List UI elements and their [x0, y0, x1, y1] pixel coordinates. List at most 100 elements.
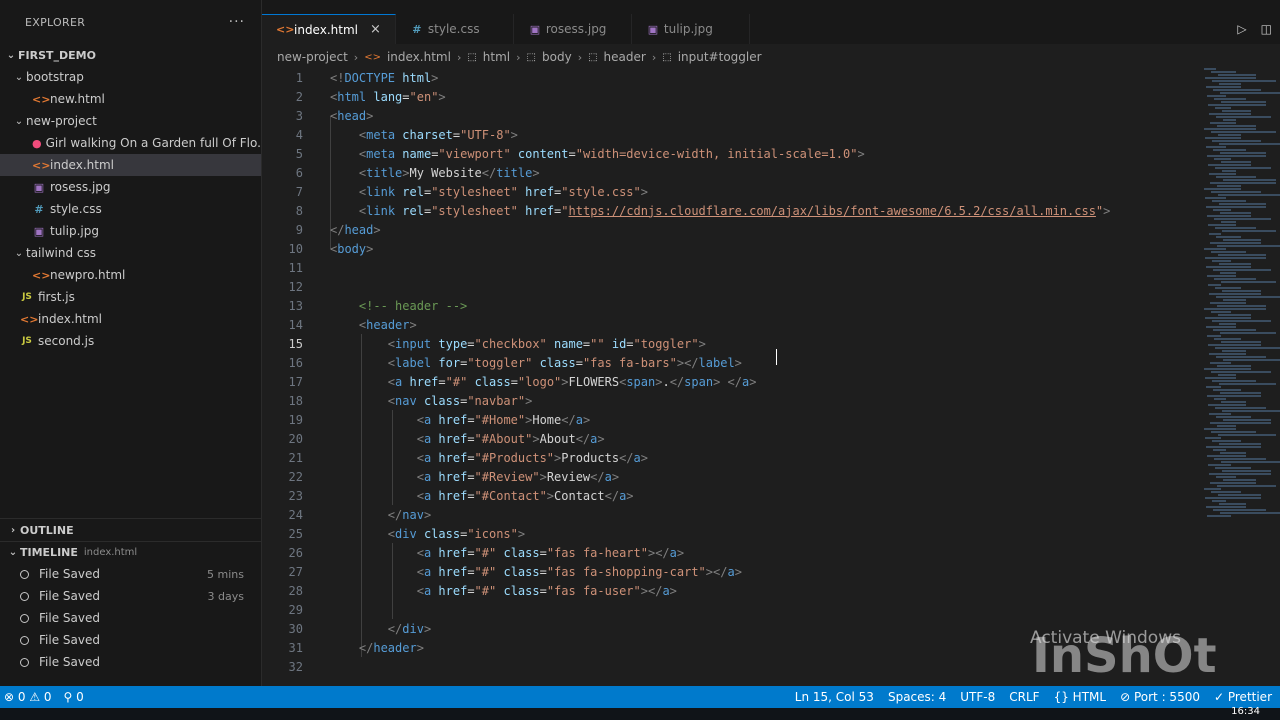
code-text: </nav>	[387, 507, 432, 522]
symbol-icon: ⬚	[588, 51, 598, 63]
workspace-root[interactable]: ⌄ FIRST_DEMO	[0, 44, 261, 66]
file-item[interactable]: <> newpro.html	[0, 264, 261, 286]
minimap-line	[1221, 341, 1261, 343]
timeline-section[interactable]: ⌄ TIMELINE index.html	[0, 541, 262, 563]
timeline-item[interactable]: File Saved	[0, 629, 262, 651]
timeline-item[interactable]: File Saved 3 days	[0, 585, 262, 607]
problems-indicator[interactable]: ⊗ 0 ⚠ 0	[4, 690, 52, 704]
breadcrumb-item[interactable]: input#toggler	[678, 50, 762, 64]
code-line[interactable]: 6 <title>My Website</title>	[262, 163, 1192, 182]
file-item[interactable]: <> new.html	[0, 88, 261, 110]
code-line[interactable]: 26 <a href="#" class="fas fa-heart"></a>	[262, 543, 1192, 562]
code-line[interactable]: 16 <label for="toggler" class="fas fa-ba…	[262, 353, 1192, 372]
close-icon[interactable]: ×	[370, 22, 381, 37]
timeline-item[interactable]: File Saved	[0, 607, 262, 629]
code-line[interactable]: 19 <a href="#Home">Home</a>	[262, 410, 1192, 429]
minimap-line	[1215, 227, 1256, 229]
minimap-line	[1220, 392, 1261, 394]
breadcrumb-item[interactable]: index.html	[387, 50, 451, 64]
ports-indicator[interactable]: ⚲ 0	[64, 690, 84, 704]
folder-item[interactable]: ⌄ bootstrap	[0, 66, 261, 88]
code-line[interactable]: 28 <a href="#" class="fas fa-user"></a>	[262, 581, 1192, 600]
file-item[interactable]: ▣ tulip.jpg	[0, 220, 261, 242]
minimap-line	[1214, 398, 1226, 400]
code-line[interactable]: 21 <a href="#Products">Products</a>	[262, 448, 1192, 467]
chevron-right-icon: ›	[651, 50, 657, 64]
code-line[interactable]: 18 <nav class="navbar">	[262, 391, 1192, 410]
code-line[interactable]: 11	[262, 258, 1192, 277]
code-line[interactable]: 24 </nav>	[262, 505, 1192, 524]
minimap-line	[1218, 314, 1251, 316]
minimap-line	[1217, 425, 1236, 427]
file-item[interactable]: ● Girl walking On a Garden full Of Flo...	[0, 132, 261, 154]
file-item[interactable]: # style.css	[0, 198, 261, 220]
timeline-item[interactable]: File Saved 5 mins	[0, 563, 262, 585]
file-item[interactable]: <> index.html	[0, 308, 261, 330]
indentation[interactable]: Spaces: 4	[888, 690, 946, 704]
tab-index-html[interactable]: <> index.html ×	[262, 14, 396, 44]
code-line[interactable]: 5 <meta name="viewport" content="width=d…	[262, 144, 1192, 163]
code-line[interactable]: 17 <a href="#" class="logo">FLOWERS<span…	[262, 372, 1192, 391]
live-server[interactable]: ⊘ Port : 5500	[1120, 690, 1200, 704]
minimap-line	[1211, 491, 1241, 493]
code-line[interactable]: 4 <meta charset="UTF-8">	[262, 125, 1192, 144]
tab-tulip-jpg[interactable]: ▣ tulip.jpg	[632, 14, 750, 44]
prettier[interactable]: ✓ Prettier	[1214, 690, 1272, 704]
minimap-line	[1221, 461, 1280, 463]
code-text: <link rel="stylesheet" href="https://cdn…	[358, 203, 1111, 218]
breadcrumb-item[interactable]: body	[542, 50, 572, 64]
more-actions-icon[interactable]: ···	[229, 14, 245, 30]
code-line[interactable]: 13 <!-- header -->	[262, 296, 1192, 315]
run-icon[interactable]: ▷	[1237, 22, 1246, 36]
timeline-item[interactable]: File Saved	[0, 651, 262, 673]
breadcrumb: new-project › <> index.html › ⬚ html › ⬚ body › ⬚ he…	[277, 48, 762, 66]
breadcrumb-item[interactable]: html	[483, 50, 510, 64]
code-line[interactable]: 1 <!DOCTYPE html>	[262, 68, 1192, 87]
file-item[interactable]: JS second.js	[0, 330, 261, 352]
minimap-line	[1219, 503, 1246, 505]
code-line[interactable]: 3 <head>	[262, 106, 1192, 125]
minimap-line	[1207, 275, 1236, 277]
tab-style-css[interactable]: # style.css	[396, 14, 514, 44]
code-line[interactable]: 20 <a href="#About">About</a>	[262, 429, 1192, 448]
minimap-line	[1205, 197, 1226, 199]
code-line[interactable]: 15 <input type="checkbox" name="" id="to…	[262, 334, 1192, 353]
language-mode[interactable]: {} HTML	[1054, 690, 1107, 704]
code-line[interactable]: 9 </head>	[262, 220, 1192, 239]
code-line[interactable]: 25 <div class="icons">	[262, 524, 1192, 543]
code-line[interactable]: 2 <html lang="en">	[262, 87, 1192, 106]
code-line[interactable]: 14 <header>	[262, 315, 1192, 334]
code-line[interactable]: 12	[262, 277, 1192, 296]
minimap-line	[1210, 242, 1261, 244]
code-line[interactable]: 27 <a href="#" class="fas fa-shopping-ca…	[262, 562, 1192, 581]
line-number: 8	[295, 203, 303, 218]
encoding[interactable]: UTF-8	[960, 690, 995, 704]
breadcrumb-item[interactable]: header	[604, 50, 646, 64]
code-line[interactable]: 23 <a href="#Contact">Contact</a>	[262, 486, 1192, 505]
folder-item[interactable]: ⌄ new-project	[0, 110, 261, 132]
code-line[interactable]: 10 <body>	[262, 239, 1192, 258]
tab-rosess-jpg[interactable]: ▣ rosess.jpg	[514, 14, 632, 44]
minimap-line	[1209, 293, 1261, 295]
code-line[interactable]: 22 <a href="#Review">Review</a>	[262, 467, 1192, 486]
end-of-line[interactable]: CRLF	[1009, 690, 1039, 704]
tree-item-label: Girl walking On a Garden full Of Flo...	[45, 136, 261, 150]
outline-section[interactable]: › OUTLINE	[0, 519, 262, 541]
code-line[interactable]: 8 <link rel="stylesheet" href="https://c…	[262, 201, 1192, 220]
code-line[interactable]: 7 <link rel="stylesheet" href="style.css…	[262, 182, 1192, 201]
minimap-line	[1221, 101, 1266, 103]
minimap-line	[1220, 92, 1280, 94]
file-item[interactable]: ▣ rosess.jpg	[0, 176, 261, 198]
cursor-position[interactable]: Ln 15, Col 53	[795, 690, 874, 704]
code-line[interactable]: 29	[262, 600, 1192, 619]
breadcrumb-item[interactable]: new-project	[277, 50, 348, 64]
folder-item[interactable]: ⌄ tailwind css	[0, 242, 261, 264]
minimap-line	[1219, 443, 1261, 445]
file-item[interactable]: JS first.js	[0, 286, 261, 308]
html-file-icon: <>	[276, 23, 295, 36]
minimap[interactable]	[1196, 68, 1280, 528]
file-item[interactable]: <> index.html	[0, 154, 261, 176]
split-editor-icon[interactable]: ◫	[1261, 22, 1272, 36]
minimap-line	[1220, 152, 1266, 154]
code-editor[interactable]: 1 <!DOCTYPE html> 2 <html lang="en"> 3 <head>…	[262, 68, 1192, 680]
